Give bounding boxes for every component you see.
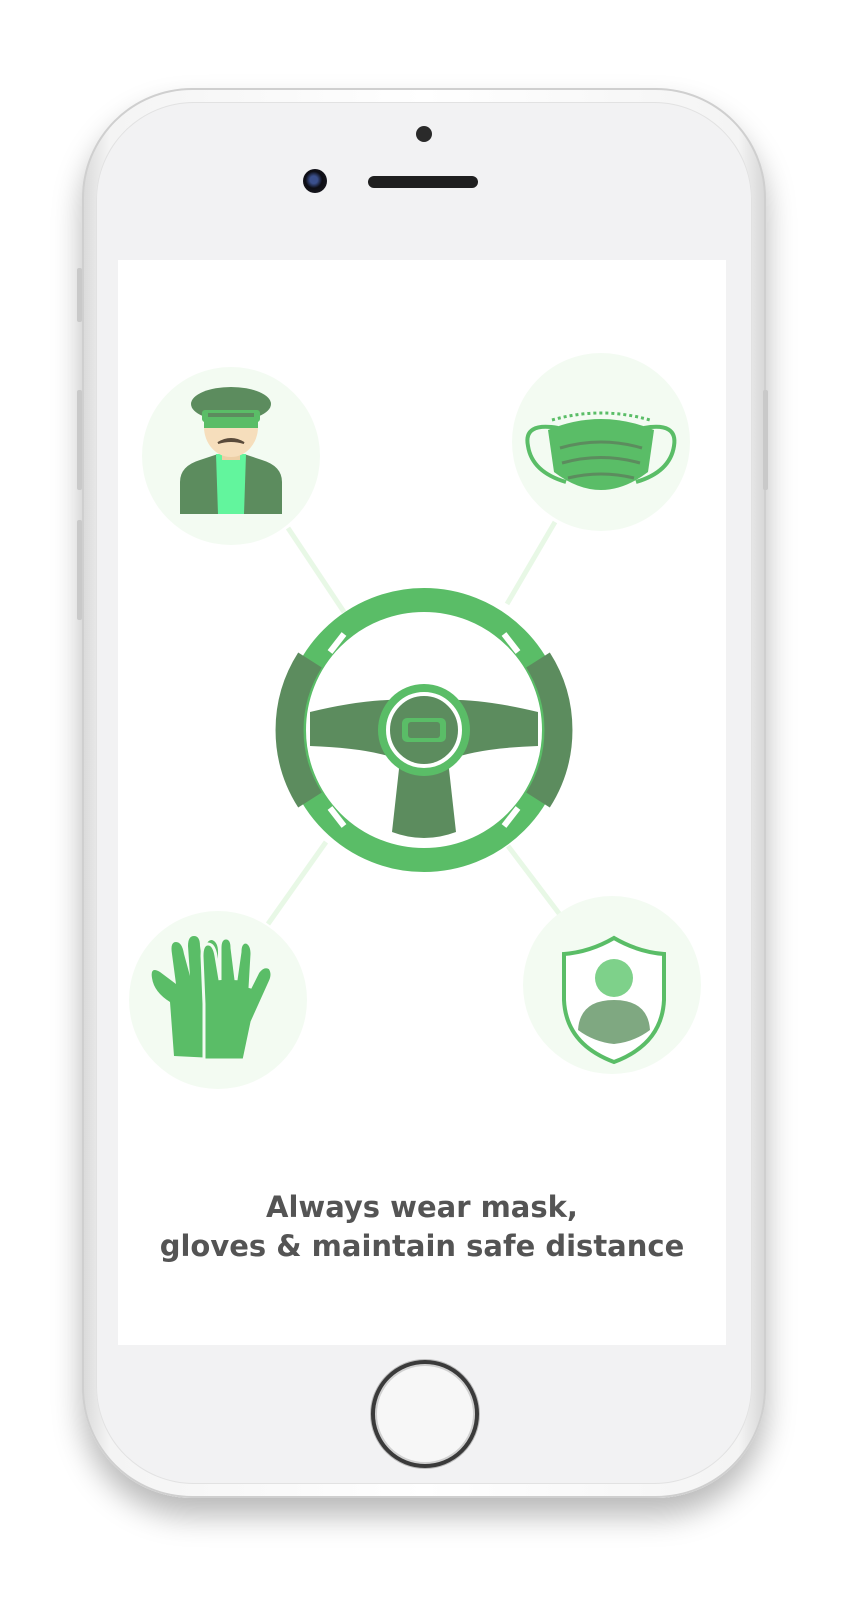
power-button [763, 390, 768, 490]
app-screen: Always wear mask, gloves & maintain safe… [118, 260, 726, 1345]
safety-illustration [129, 353, 701, 1089]
home-button[interactable] [371, 1360, 479, 1468]
proximity-sensor [416, 126, 432, 142]
earpiece-speaker [368, 176, 478, 188]
caption-line-1: Always wear mask, [266, 1190, 578, 1224]
front-camera [303, 169, 327, 193]
safety-caption: Always wear mask, gloves & maintain safe… [118, 1188, 726, 1266]
volume-up-button [77, 390, 82, 490]
steering-wheel-icon [275, 588, 573, 872]
caption-line-2: gloves & maintain safe distance [159, 1229, 685, 1263]
mute-switch [77, 268, 82, 322]
volume-down-button [77, 520, 82, 620]
